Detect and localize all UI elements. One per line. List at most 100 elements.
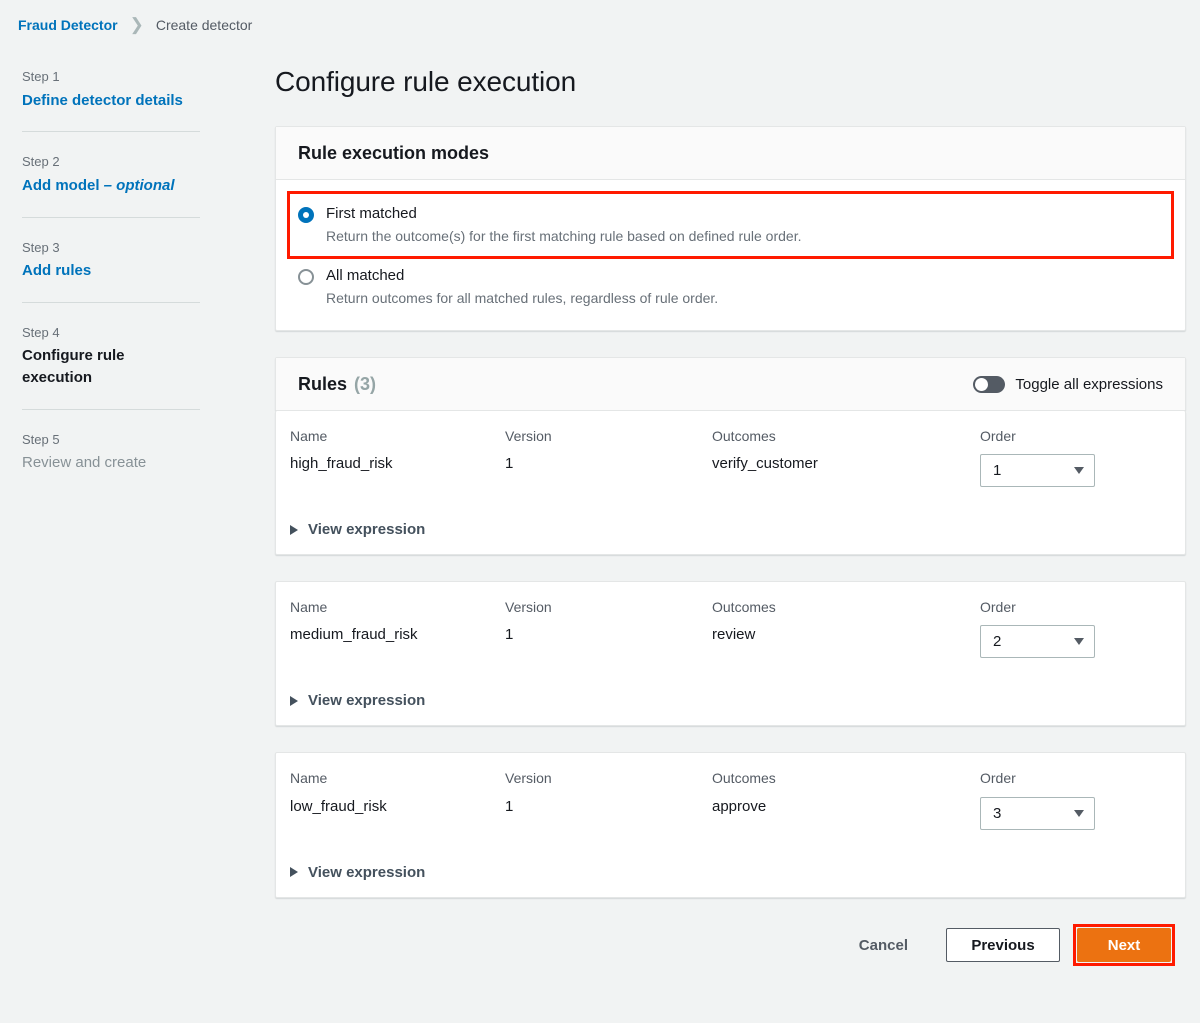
radio-all-matched-icon[interactable] xyxy=(298,268,314,285)
wizard-steps-sidebar: Step 1 Define detector details Step 2 Ad… xyxy=(0,67,275,965)
radio-option-first-matched[interactable]: First matched Return the outcome(s) for … xyxy=(287,190,1174,259)
step-divider-2 xyxy=(22,216,200,218)
step-4-number: Step 4 xyxy=(22,324,60,340)
rule-name-header: Name xyxy=(290,428,328,445)
radio-all-matched-text: All matched Return outcomes for all matc… xyxy=(326,266,718,308)
rules-title-text: Rules xyxy=(298,374,348,395)
rule-name-value: high_fraud_risk xyxy=(290,455,393,473)
toggle-all-expressions-label: Toggle all expressions xyxy=(1015,376,1163,394)
rule-version-cell: Version 1 xyxy=(505,427,712,474)
rule-version-value: 1 xyxy=(505,626,514,644)
rule-row: Name medium_fraud_risk Version 1 Outcome… xyxy=(276,582,1185,659)
rule-outcomes-cell: Outcomes review xyxy=(712,598,980,645)
rule-row: Name low_fraud_risk Version 1 Outcomes a… xyxy=(276,753,1185,830)
chevron-down-icon xyxy=(1074,638,1084,646)
step-3-number: Step 3 xyxy=(22,239,60,255)
rule-order-header: Order xyxy=(980,599,1016,616)
next-button[interactable]: Next xyxy=(1077,928,1171,963)
step-2-title-text: Add model xyxy=(22,176,104,194)
sidebar-item-step-5: Step 5 Review and create xyxy=(22,430,275,474)
rule-outcomes-cell: Outcomes verify_customer xyxy=(712,427,980,474)
radio-all-matched-label: All matched xyxy=(326,266,405,284)
rule-order-value: 1 xyxy=(993,462,1002,480)
rule-order-header: Order xyxy=(980,428,1016,445)
step-4-title: Configure rule execution xyxy=(22,347,125,386)
step-3-title[interactable]: Add rules xyxy=(22,260,275,282)
rule-order-cell: Order 3 xyxy=(980,769,1171,830)
rule-order-cell: Order 1 xyxy=(980,427,1171,488)
view-expression-toggle[interactable]: View expression xyxy=(276,487,1185,554)
breadcrumb-current: Create detector xyxy=(155,16,253,33)
rule-row: Name high_fraud_risk Version 1 Outcomes … xyxy=(276,411,1185,488)
rule-name-header: Name xyxy=(290,770,328,787)
rules-card-header: Rules (3) Toggle all expressions xyxy=(276,358,1185,412)
sidebar-item-step-1[interactable]: Step 1 Define detector details xyxy=(22,67,275,111)
step-5-number: Step 5 xyxy=(22,431,60,447)
toggle-all-expressions-control[interactable]: Toggle all expressions xyxy=(973,376,1163,394)
radio-first-matched-text: First matched Return the outcome(s) for … xyxy=(326,204,801,246)
rule-outcomes-value: review xyxy=(712,626,756,644)
rule-order-value: 3 xyxy=(993,804,1002,822)
triangle-right-icon xyxy=(290,695,298,706)
main-content: Configure rule execution Rule execution … xyxy=(275,66,1200,967)
rule-name-value: medium_fraud_risk xyxy=(290,626,418,644)
step-divider-1 xyxy=(22,131,200,133)
rules-count-badge: (3) xyxy=(354,374,377,395)
rule-version-header: Version xyxy=(505,428,552,445)
rule-outcomes-cell: Outcomes approve xyxy=(712,769,980,816)
rule-card: Name medium_fraud_risk Version 1 Outcome… xyxy=(275,581,1186,727)
view-expression-label: View expression xyxy=(308,521,426,539)
page-title: Configure rule execution xyxy=(275,66,577,97)
rule-version-value: 1 xyxy=(505,455,514,473)
radio-option-all-matched[interactable]: All matched Return outcomes for all matc… xyxy=(298,258,1163,314)
page-layout: Step 1 Define detector details Step 2 Ad… xyxy=(0,33,1200,967)
breadcrumb-root-link[interactable]: Fraud Detector xyxy=(18,17,118,33)
step-1-title[interactable]: Define detector details xyxy=(22,90,275,112)
rule-name-cell: Name medium_fraud_risk xyxy=(290,598,505,645)
next-button-highlight: Next xyxy=(1073,924,1175,967)
toggle-switch-icon[interactable] xyxy=(973,376,1006,394)
rule-outcomes-value: verify_customer xyxy=(712,455,818,473)
chevron-down-icon xyxy=(1074,467,1084,475)
radio-first-matched-icon[interactable] xyxy=(298,206,314,223)
rule-name-cell: Name low_fraud_risk xyxy=(290,769,505,816)
step-divider-4 xyxy=(22,408,200,410)
rule-name-value: low_fraud_risk xyxy=(290,797,387,815)
rule-order-header: Order xyxy=(980,770,1016,787)
rule-card: Name low_fraud_risk Version 1 Outcomes a… xyxy=(275,752,1186,898)
previous-button[interactable]: Previous xyxy=(946,928,1060,963)
rule-order-select[interactable]: 3 xyxy=(980,796,1095,830)
rule-order-select[interactable]: 2 xyxy=(980,625,1095,659)
step-2-optional-label: – optional xyxy=(103,176,175,194)
triangle-right-icon xyxy=(290,524,298,535)
rules-card: Rules (3) Toggle all expressions xyxy=(275,357,1186,412)
triangle-right-icon xyxy=(290,867,298,878)
view-expression-toggle[interactable]: View expression xyxy=(276,830,1185,897)
breadcrumb: Fraud Detector ❯ Create detector xyxy=(0,0,1200,33)
rule-version-value: 1 xyxy=(505,797,514,815)
step-5-title: Review and create xyxy=(22,454,147,472)
sidebar-item-step-2[interactable]: Step 2 Add model – optional xyxy=(22,152,275,196)
rules-title: Rules (3) xyxy=(298,374,376,395)
sidebar-item-step-3[interactable]: Step 3 Add rules xyxy=(22,238,275,282)
rule-execution-modes-title: Rule execution modes xyxy=(298,142,490,163)
rule-name-header: Name xyxy=(290,599,328,616)
step-2-title[interactable]: Add model – optional xyxy=(22,175,275,197)
cancel-button[interactable]: Cancel xyxy=(839,926,928,965)
rule-execution-modes-body: First matched Return the outcome(s) for … xyxy=(276,180,1185,330)
rule-order-value: 2 xyxy=(993,633,1002,651)
rule-version-cell: Version 1 xyxy=(505,598,712,645)
step-divider-3 xyxy=(22,301,200,303)
rule-order-select[interactable]: 1 xyxy=(980,454,1095,488)
rule-version-header: Version xyxy=(505,599,552,616)
view-expression-toggle[interactable]: View expression xyxy=(276,658,1185,725)
sidebar-item-step-4[interactable]: Step 4 Configure rule execution xyxy=(22,323,275,389)
radio-first-matched-description: Return the outcome(s) for the first matc… xyxy=(326,228,802,245)
rule-outcomes-value: approve xyxy=(712,797,767,815)
rule-order-cell: Order 2 xyxy=(980,598,1171,659)
rule-version-cell: Version 1 xyxy=(505,769,712,816)
radio-all-matched-description: Return outcomes for all matched rules, r… xyxy=(326,290,719,307)
step-2-number: Step 2 xyxy=(22,154,60,170)
step-1-number: Step 1 xyxy=(22,69,60,84)
wizard-footer: Cancel Previous Next xyxy=(275,924,1186,967)
